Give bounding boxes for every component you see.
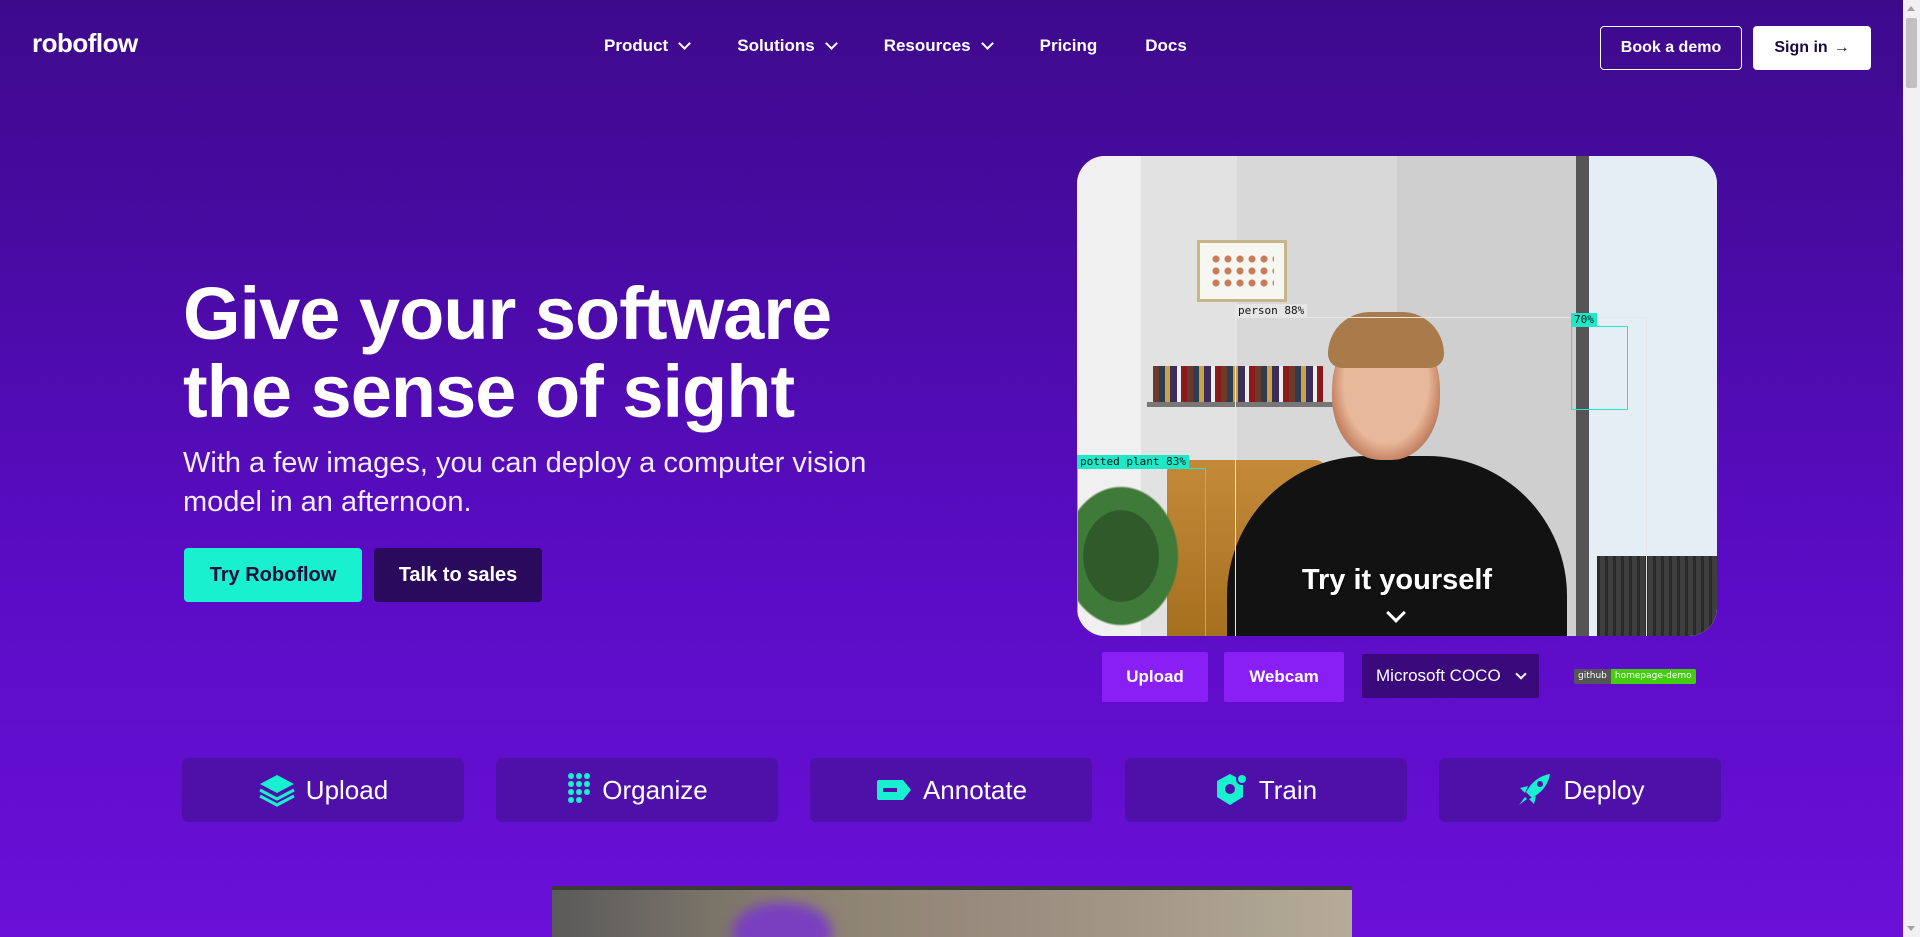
bbox-plant-small: 70% (1571, 313, 1628, 410)
demo-upload-button[interactable]: Upload (1102, 652, 1208, 702)
demo-video[interactable]: person 88% potted plant 83% 70% Try it y… (1077, 156, 1717, 636)
bbox-label: potted plant 83% (1077, 455, 1189, 468)
hero-subtitle: With a few images, you can deploy a comp… (183, 447, 867, 518)
nav-item-solutions[interactable]: Solutions (737, 36, 838, 56)
bbox-label: 70% (1571, 313, 1597, 326)
demo-webcam-button[interactable]: Webcam (1224, 652, 1344, 702)
grid-dots-icon (568, 773, 591, 803)
rocket-icon (1518, 774, 1550, 805)
scroll-up-arrow-icon[interactable] (1907, 6, 1915, 11)
nav-item-label: Resources (883, 36, 971, 55)
video-preview[interactable] (552, 886, 1352, 937)
roboflow-logo[interactable]: roboflow (32, 28, 138, 59)
nav-item-label: Solutions (737, 36, 815, 55)
chevron-down-icon (824, 37, 838, 50)
talk-to-sales-button[interactable]: Talk to sales (374, 548, 542, 602)
scroll-down-arrow-icon[interactable] (1907, 926, 1915, 931)
bbox-potted-plant: potted plant 83% (1077, 455, 1206, 636)
scrollbar-thumb[interactable] (1906, 18, 1917, 88)
sign-in-button[interactable]: Sign in → (1753, 26, 1871, 70)
github-badge-repo: homepage-demo (1610, 669, 1696, 684)
feature-train[interactable]: Train (1125, 758, 1407, 822)
sign-in-label: Sign in (1774, 39, 1828, 56)
nav-item-label: Docs (1145, 36, 1187, 55)
nav-item-label: Pricing (1039, 36, 1098, 55)
try-roboflow-button[interactable]: Try Roboflow (184, 548, 362, 602)
nav-item-resources[interactable]: Resources (883, 36, 994, 56)
model-select[interactable]: Microsoft COCO (1362, 654, 1539, 698)
github-badge-label: github (1574, 669, 1611, 684)
chevron-down-icon (980, 37, 994, 50)
feature-annotate[interactable]: Annotate (810, 758, 1092, 822)
model-select-value: Microsoft COCO (1376, 666, 1501, 685)
feature-label: Annotate (922, 774, 1028, 805)
nav-item-label: Product (604, 36, 669, 55)
feature-label: Train (1258, 774, 1318, 805)
feature-deploy[interactable]: Deploy (1439, 758, 1721, 822)
feature-label: Organize (602, 774, 708, 805)
scrollbar[interactable] (1903, 0, 1920, 937)
chevron-down-icon (678, 37, 692, 50)
nav-links: Product Solutions Resources Pricing Docs (604, 36, 1235, 56)
feature-organize[interactable]: Organize (496, 758, 778, 822)
feature-upload[interactable]: Upload (182, 758, 464, 822)
book-demo-button[interactable]: Book a demo (1600, 26, 1742, 70)
hexagon-icon (1216, 773, 1248, 805)
feature-label: Upload (305, 774, 389, 805)
wall-art (1197, 240, 1287, 302)
top-nav: roboflow Product Solutions Resources Pri… (0, 0, 1903, 94)
chevron-down-icon (1515, 667, 1527, 680)
feature-label: Deploy (1563, 774, 1645, 805)
hero-title: Give your software the sense of sight (183, 272, 832, 433)
tag-icon (876, 780, 911, 800)
layers-icon (259, 775, 295, 807)
try-it-yourself-text: Try it yourself (1301, 564, 1493, 596)
arrow-right-icon: → (1833, 39, 1850, 56)
nav-item-pricing[interactable]: Pricing (1040, 36, 1098, 56)
nav-item-product[interactable]: Product (604, 36, 692, 56)
nav-item-docs[interactable]: Docs (1145, 36, 1187, 56)
github-badge[interactable]: github homepage-demo (1574, 669, 1696, 684)
bbox-label: person 88% (1235, 304, 1308, 317)
page: roboflow Product Solutions Resources Pri… (0, 0, 1903, 937)
